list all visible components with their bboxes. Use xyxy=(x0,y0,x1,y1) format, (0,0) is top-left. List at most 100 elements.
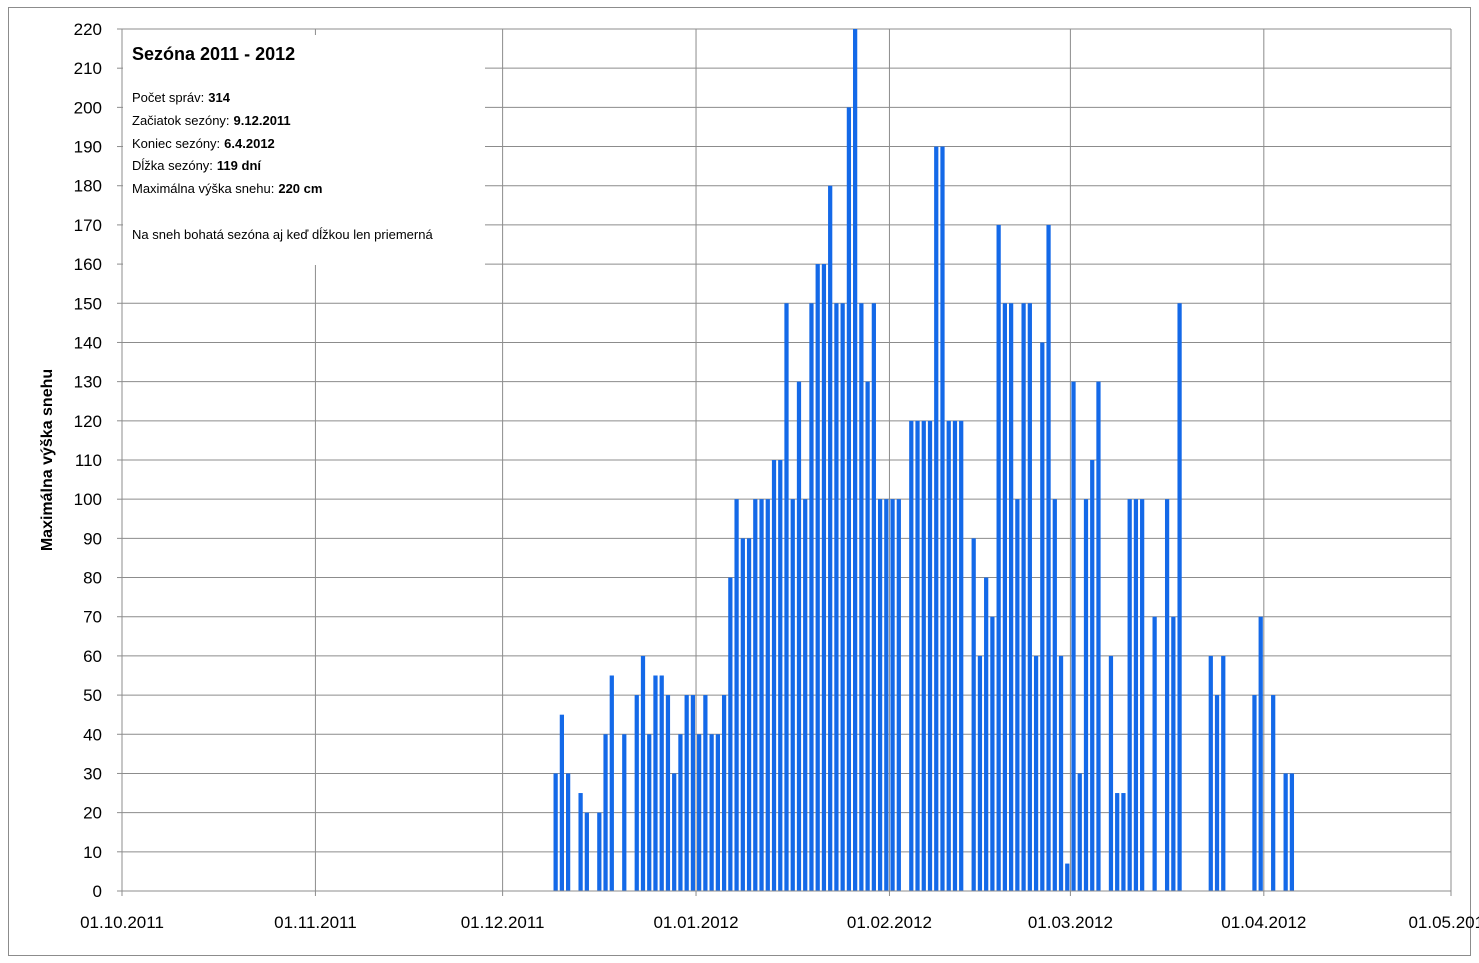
x-tick-label: 01.03.2012 xyxy=(1028,913,1113,932)
bar xyxy=(1002,303,1008,892)
y-tick-label: 40 xyxy=(83,725,102,744)
bar xyxy=(684,695,689,891)
bar xyxy=(1164,499,1170,891)
bar xyxy=(1208,655,1213,891)
y-tick-label: 10 xyxy=(83,843,102,862)
bar xyxy=(984,577,989,891)
bar xyxy=(896,499,901,891)
bar xyxy=(996,224,1001,892)
bar xyxy=(834,303,839,892)
bar xyxy=(553,773,558,891)
info-label: Začiatok sezóny: xyxy=(132,113,230,128)
bar xyxy=(1090,460,1095,891)
bar xyxy=(1108,655,1114,891)
bar xyxy=(1140,499,1145,891)
bar xyxy=(1015,499,1020,891)
bar xyxy=(1252,695,1257,891)
bar xyxy=(690,695,696,891)
bar xyxy=(1258,616,1263,891)
bar xyxy=(934,146,939,891)
bar xyxy=(790,499,795,891)
y-tick-label: 70 xyxy=(83,608,102,627)
bar xyxy=(977,655,983,891)
bar xyxy=(921,420,926,891)
bar xyxy=(990,616,995,891)
y-tick-label: 200 xyxy=(74,98,102,117)
y-tick-label: 60 xyxy=(83,647,102,666)
bar xyxy=(952,420,958,891)
y-tick-label: 80 xyxy=(83,569,102,588)
bar xyxy=(1115,793,1120,891)
bar xyxy=(715,734,720,891)
bar xyxy=(959,420,964,891)
y-tick-label: 160 xyxy=(74,255,102,274)
x-tick-label: 01.11.2011 xyxy=(274,913,357,932)
bar xyxy=(1152,616,1157,891)
bar xyxy=(771,460,777,891)
x-tick-label: 01.10.2011 xyxy=(80,913,164,932)
y-tick-labels: 0 10 20 30 40 50 60 70 80 90 100 110 120 130 140 150 160… xyxy=(74,20,102,901)
bar xyxy=(647,734,652,891)
y-tick-label: 20 xyxy=(83,804,102,823)
bar xyxy=(622,734,627,891)
bar xyxy=(559,714,565,891)
bar xyxy=(909,420,914,891)
bar xyxy=(753,499,758,891)
bar xyxy=(859,303,864,892)
bar xyxy=(840,303,845,892)
bar xyxy=(940,146,945,891)
y-tick-label: 220 xyxy=(74,20,102,39)
bar xyxy=(1121,793,1126,891)
bar xyxy=(1177,303,1182,892)
chart-title: Sezóna 2011 - 2012 xyxy=(132,44,296,64)
y-tick-label: 30 xyxy=(83,764,102,783)
bar xyxy=(1096,381,1101,891)
bar xyxy=(778,460,783,891)
bar xyxy=(1077,773,1082,891)
bar xyxy=(865,381,870,891)
bar xyxy=(578,793,583,891)
bar xyxy=(853,29,858,891)
bar xyxy=(584,812,589,891)
info-value: 6.4.2012 xyxy=(224,136,275,151)
info-note: Na sneh bohatá sezóna aj keď dĺžkou len … xyxy=(132,227,433,242)
bar xyxy=(784,303,789,892)
y-tick-label: 90 xyxy=(83,529,102,548)
info-label: Koniec sezóny: xyxy=(132,136,221,151)
bar xyxy=(890,499,895,891)
info-label: Počet správ: xyxy=(132,90,205,105)
bar xyxy=(1046,224,1051,892)
bar xyxy=(803,499,808,891)
bar xyxy=(1021,303,1026,892)
bar xyxy=(634,695,639,891)
y-tick-label: 140 xyxy=(74,333,102,352)
bar xyxy=(1289,773,1295,891)
x-tick-label: 01.02.2012 xyxy=(847,913,932,932)
bar xyxy=(1071,381,1076,891)
bar xyxy=(697,734,702,891)
bar xyxy=(703,695,708,891)
info-line-season-length: Dĺžka sezóny: 119 dní xyxy=(132,158,261,173)
bar xyxy=(597,812,602,891)
y-tick-label: 50 xyxy=(83,686,102,705)
bar xyxy=(659,675,664,891)
bar xyxy=(1127,499,1132,891)
bar xyxy=(1058,655,1064,891)
y-tick-label: 210 xyxy=(74,59,102,78)
y-tick-label: 170 xyxy=(74,216,102,235)
y-tick-label: 120 xyxy=(74,412,102,431)
bar xyxy=(846,107,852,891)
bar xyxy=(721,695,727,891)
bar xyxy=(565,773,571,891)
y-tick-label: 150 xyxy=(74,294,102,313)
x-tick-label: 01.05.2012 xyxy=(1408,913,1479,932)
y-tick-label: 0 xyxy=(93,882,102,901)
bar xyxy=(609,675,614,891)
bar xyxy=(728,577,733,891)
bar xyxy=(603,734,608,891)
bar xyxy=(740,538,745,891)
bar xyxy=(1221,655,1226,891)
x-tick-labels: 01.10.2011 01.11.2011 01.12.2011 01.01.2012… xyxy=(80,913,1479,932)
bar xyxy=(1171,616,1176,891)
info-box: Sezóna 2011 - 2012 Počet správ: 314 Začia… xyxy=(123,35,485,265)
